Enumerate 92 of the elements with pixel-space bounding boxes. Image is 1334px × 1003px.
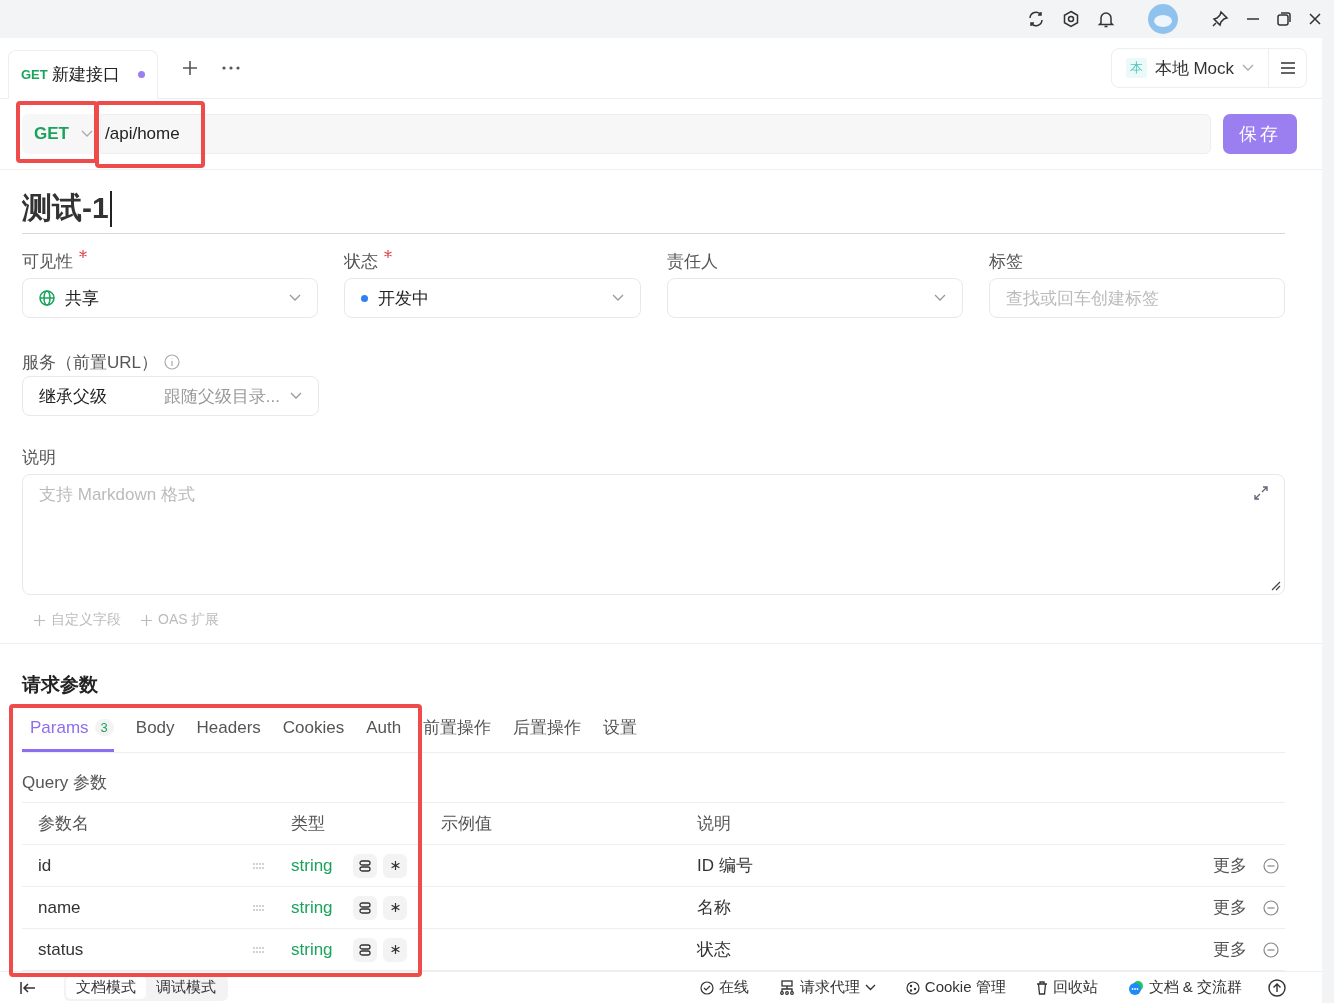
settings-icon[interactable] [1062,10,1080,28]
select-value: 共享 [65,287,99,310]
column-header: 类型 [290,813,326,835]
globe-icon [39,290,55,306]
status-item[interactable]: 请求代理 [778,978,876,997]
select-value: 继承父级 [39,385,107,408]
param-name[interactable]: id [38,855,52,876]
remove-icon[interactable] [1263,941,1279,958]
column-header: 参数名 [37,813,90,835]
asterisk-icon [390,861,400,870]
check-circle-icon [699,980,714,995]
required-toggle[interactable] [383,937,407,962]
subsection-title: Query 参数 [22,772,109,794]
resize-grip-icon [1271,581,1281,591]
refresh-icon[interactable] [1027,10,1045,28]
more-link[interactable]: 更多 [1213,938,1247,961]
select-hint: 跟随父级目录... [163,385,280,408]
chevron-down-icon [290,392,302,400]
drag-handle-icon[interactable] [253,946,265,953]
chevron-down-icon [289,294,302,302]
params-tab[interactable]: 前置操作 [423,710,492,752]
column-header: 说明 [696,813,732,835]
pin-icon[interactable] [1211,10,1229,28]
params-tab[interactable]: Cookies [282,710,345,752]
more-link[interactable]: 更多 [1213,896,1247,919]
field-label: 说明 [22,447,56,469]
section-title: 请求参数 [22,673,99,697]
drag-handle-icon[interactable] [253,904,265,911]
method-label: GET [21,67,48,82]
select-field[interactable]: 共享 [22,278,319,318]
service-select[interactable]: 继承父级 跟随父级目录... [22,376,319,416]
status-item[interactable]: 文档 & 交流群 [1127,978,1242,997]
schema-button[interactable] [353,895,377,920]
network-icon [778,980,795,995]
remove-icon[interactable] [1263,899,1279,916]
required-toggle[interactable] [383,895,407,920]
params-tab[interactable]: Auth [366,710,402,752]
count-badge: 3 [94,719,114,736]
trash-icon [1035,980,1048,995]
param-name[interactable]: name [38,897,81,918]
field-label: 状态 [344,251,379,273]
upload-icon[interactable] [1268,978,1286,997]
url-field[interactable]: /api/home [105,124,180,144]
asterisk-icon [390,903,400,912]
chevron-down-icon [933,294,946,302]
plus-icon [34,614,45,626]
params-tab[interactable]: Headers [196,710,261,752]
close-icon[interactable] [1308,12,1322,26]
params-tab[interactable]: 设置 [603,710,638,752]
select-field[interactable]: 开发中 [344,278,641,318]
expand-icon[interactable] [1254,486,1268,500]
bell-icon[interactable] [1097,10,1115,28]
chevron-down-icon [611,294,624,302]
remove-icon[interactable] [1263,857,1279,874]
info-icon [164,354,180,370]
field-label: 服务（前置URL） [22,351,158,374]
param-description[interactable]: ID 编号 [697,854,753,877]
select-field[interactable] [666,278,963,318]
cookie-icon [905,980,920,995]
params-tab[interactable]: Params 3 [22,710,114,752]
column-header: 示例值 [440,813,493,835]
chat-icon [1127,979,1144,996]
chevron-down-icon [80,130,93,138]
more-icon[interactable] [221,66,240,70]
api-title[interactable]: 测试-1 [22,188,109,229]
mode-tab[interactable]: 调试模式 [146,976,226,999]
field-label: 责任人 [666,251,718,273]
param-description[interactable]: 状态 [697,938,731,961]
status-item[interactable]: 在线 [699,978,749,997]
plus-icon [141,614,152,626]
param-name[interactable]: status [38,939,84,960]
asterisk-icon [390,945,400,954]
select-value: 开发中 [378,287,430,310]
field-label: 标签 [988,251,1023,273]
status-item[interactable]: Cookie 管理 [905,978,1006,997]
params-tab[interactable]: 后置操作 [513,710,582,752]
add-icon[interactable] [181,60,198,76]
schema-button[interactable] [353,937,377,962]
document-tab[interactable]: GET 新建接口 [8,49,158,99]
collapse-icon[interactable] [20,980,36,995]
status-item[interactable]: 回收站 [1035,978,1098,997]
schema-button[interactable] [353,853,377,878]
params-tab[interactable]: Body [135,710,175,752]
mode-tab[interactable]: 文档模式 [66,976,146,999]
param-description[interactable]: 名称 [697,896,731,919]
drag-handle-icon[interactable] [253,862,265,869]
chevron-down-icon [864,984,876,991]
more-link[interactable]: 更多 [1213,854,1247,877]
required-toggle[interactable] [383,853,407,878]
field-label: 可见性 [22,251,73,273]
tab-title: 新建接口 [51,64,120,86]
restore-icon[interactable] [1277,12,1291,26]
